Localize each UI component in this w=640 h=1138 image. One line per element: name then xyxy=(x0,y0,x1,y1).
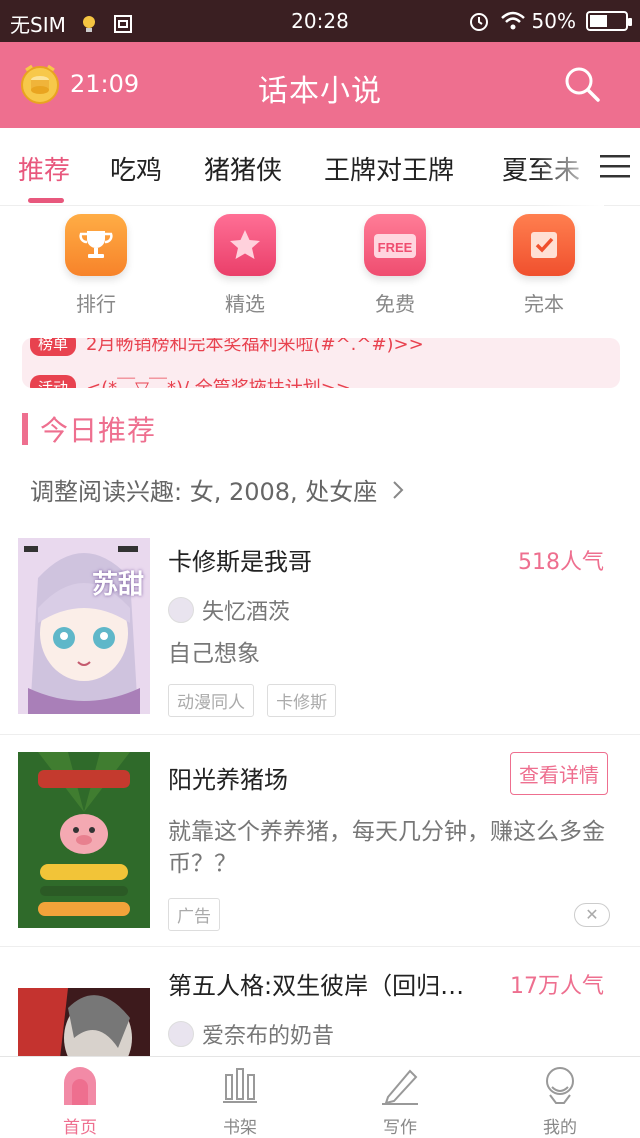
battery-icon xyxy=(586,11,632,31)
app-title: 话本小说 xyxy=(258,74,382,109)
trophy-icon xyxy=(65,214,127,276)
tag-list: 动漫同人 卡修斯 xyxy=(168,684,344,717)
book-cover[interactable]: 苏甜 xyxy=(18,538,150,714)
star-icon xyxy=(214,214,276,276)
notice-tag: 活动 xyxy=(30,374,77,388)
free-icon: FREE xyxy=(364,214,426,276)
section-heading: 今日推荐 xyxy=(22,410,156,448)
nav-home[interactable]: 首页 xyxy=(40,1065,120,1138)
alarm-icon xyxy=(468,10,490,32)
home-icon xyxy=(60,1065,100,1105)
tab-recommend[interactable]: 推荐 xyxy=(18,150,70,187)
tag[interactable]: 卡修斯 xyxy=(267,684,337,717)
notice-item[interactable]: 活动 <(*￣▽￣*)/ 全篇奖掖扶计划>> xyxy=(30,374,351,388)
quick-completed[interactable]: 完本 xyxy=(494,214,594,317)
notice-text: 2月畅销榜和完本奖福利来啦(#^.^#)>> xyxy=(86,338,424,355)
status-bar: 无SIM 20:28 50% xyxy=(0,0,640,42)
check-icon xyxy=(513,214,575,276)
divider xyxy=(0,946,640,947)
quick-featured[interactable]: 精选 xyxy=(195,214,295,317)
nav-mine[interactable]: 我的 xyxy=(520,1065,600,1138)
bottom-nav: 首页 书架 写作 我的 xyxy=(0,1056,640,1138)
notice-text: <(*￣▽￣*)/ 全篇奖掖扶计划>> xyxy=(86,374,351,388)
section-title: 今日推荐 xyxy=(40,414,157,447)
svg-text:FREE: FREE xyxy=(378,240,413,255)
ad-image[interactable] xyxy=(18,752,150,928)
book-description: 自己想象 xyxy=(168,641,260,667)
menu-icon[interactable] xyxy=(600,152,630,180)
wifi-icon xyxy=(500,10,525,32)
tab-chicken[interactable]: 吃鸡 xyxy=(110,150,162,187)
quick-nav: 排行 精选 FREE 免费 完本 xyxy=(0,214,640,324)
nav-writing[interactable]: 写作 xyxy=(360,1065,440,1138)
author-name: 失忆酒茨 xyxy=(202,600,291,625)
avatar xyxy=(168,597,194,623)
tag-list: 广告 xyxy=(168,898,228,931)
cover-text: 苏甜 xyxy=(91,570,144,600)
tab-pig-hero[interactable]: 猪猪侠 xyxy=(204,150,282,187)
category-tabs: 推荐 吃鸡 猪猪侠 王牌对王牌 夏至未 xyxy=(0,128,640,206)
app-header: 21:09 话本小说 xyxy=(0,42,640,128)
battery-percent: 50% xyxy=(531,9,576,33)
search-icon[interactable] xyxy=(562,64,602,104)
book-title[interactable]: 卡修斯是我哥 xyxy=(168,542,312,577)
divider xyxy=(0,734,640,735)
ad-title[interactable]: 阳光养猪场 xyxy=(168,760,288,795)
notice-tag: 榜单 xyxy=(30,338,77,356)
bookshelf-icon xyxy=(220,1065,260,1105)
tag[interactable]: 动漫同人 xyxy=(168,684,254,717)
close-ad-icon[interactable]: ✕ xyxy=(574,903,610,927)
ad-tag: 广告 xyxy=(168,898,220,931)
notice-item[interactable]: 榜单 2月畅销榜和完本奖福利来啦(#^.^#)>> xyxy=(30,338,424,356)
avatar xyxy=(168,1021,194,1047)
notice-banner[interactable]: 榜单 2月畅销榜和完本奖福利来啦(#^.^#)>> 活动 <(*￣▽￣*)/ 全… xyxy=(22,338,620,388)
author[interactable]: 爱奈布的奶昔 xyxy=(168,1018,334,1050)
quick-free[interactable]: FREE 免费 xyxy=(345,214,445,317)
book-card[interactable]: 第五人格:双生彼岸（回归… 17万人气 爱奈布的奶昔 xyxy=(0,966,640,1056)
popularity-count: 518人气 xyxy=(518,550,604,575)
nav-bookshelf[interactable]: 书架 xyxy=(200,1065,280,1138)
reading-preference-link[interactable]: 调整阅读兴趣: 女, 2008, 处女座 xyxy=(30,472,405,507)
ad-card[interactable]: 阳光养猪场 查看详情 就靠这个养养猪，每天几分钟，赚这么多金币？？ 广告 ✕ xyxy=(0,752,640,932)
profile-icon xyxy=(540,1065,580,1105)
author[interactable]: 失忆酒茨 xyxy=(168,594,290,626)
pen-icon xyxy=(380,1065,420,1105)
quick-ranking[interactable]: 排行 xyxy=(46,214,146,317)
view-details-button[interactable]: 查看详情 xyxy=(510,752,608,795)
tab-ace-vs-ace[interactable]: 王牌对王牌 xyxy=(324,150,454,187)
chevron-right-icon xyxy=(391,479,405,507)
popularity-count: 17万人气 xyxy=(510,974,604,999)
ad-description: 就靠这个养养猪，每天几分钟，赚这么多金币？？ xyxy=(168,819,605,877)
book-cover[interactable] xyxy=(18,988,150,1056)
book-title[interactable]: 第五人格:双生彼岸（回归… xyxy=(168,966,464,1001)
book-card[interactable]: 苏甜 卡修斯是我哥 518人气 失忆酒茨 自己想象 动漫同人 卡修斯 xyxy=(0,538,640,734)
tab-indicator xyxy=(28,198,64,203)
author-name: 爱奈布的奶昔 xyxy=(202,1024,335,1049)
